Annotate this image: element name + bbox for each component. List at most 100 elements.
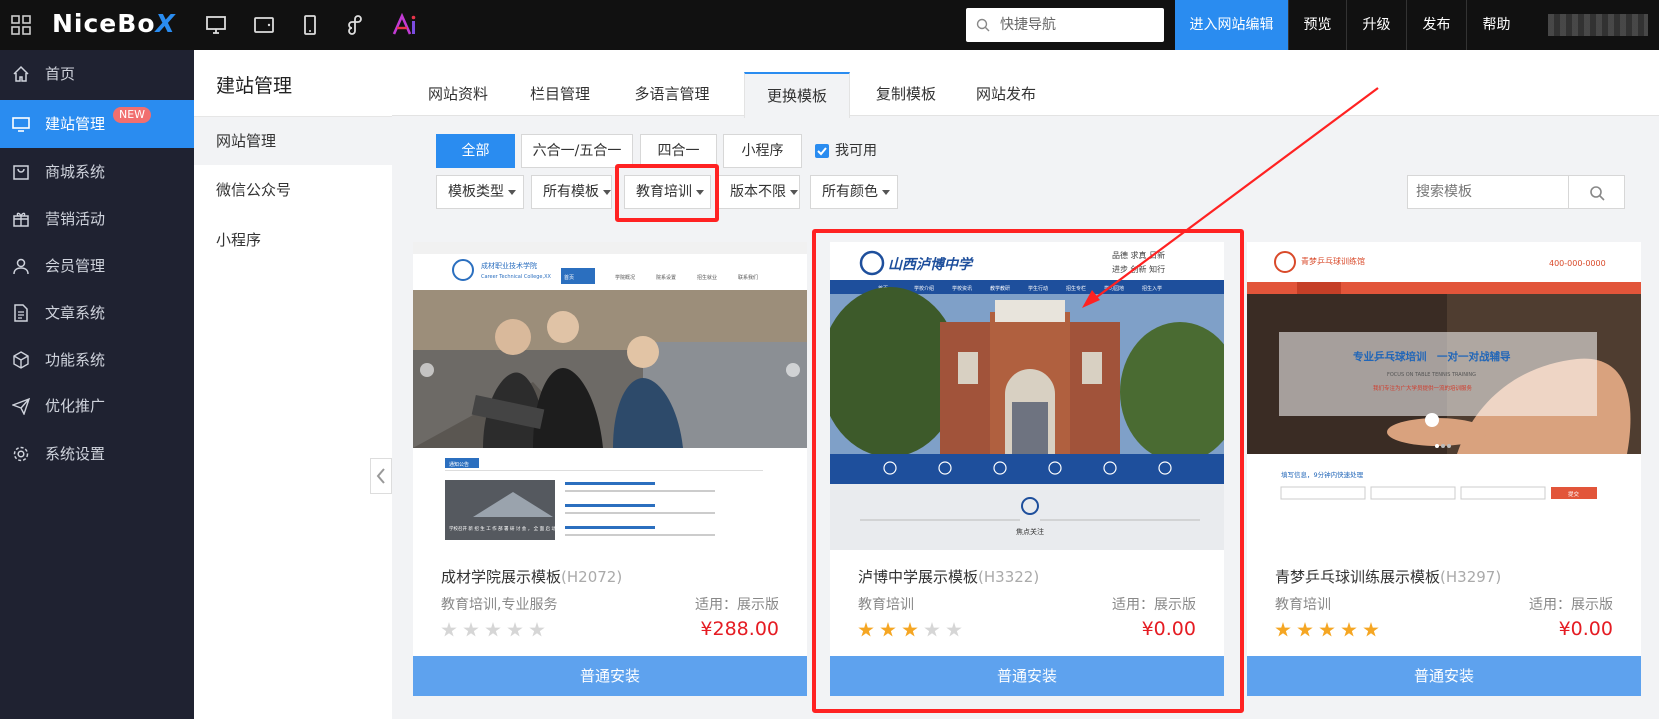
- dropdown-label: 所有颜色: [822, 184, 878, 200]
- thumb-school-name: 成材职业技术学院: [481, 261, 537, 270]
- caret-down-icon: [603, 189, 611, 195]
- gear-icon: [13, 446, 29, 462]
- dropdown-color[interactable]: 所有颜色: [810, 175, 898, 209]
- checkbox-checked[interactable]: [815, 144, 829, 158]
- template-fit: 适用：展示版: [1529, 597, 1613, 613]
- sidebar-item-articles[interactable]: 文章系统: [0, 289, 194, 337]
- user-account[interactable]: [1548, 14, 1648, 36]
- tab-columns[interactable]: 栏目管理: [516, 72, 604, 116]
- thumb-form-title: 填写信息，9分钟内快速处理: [1281, 470, 1364, 479]
- mini-program-icon[interactable]: [343, 13, 367, 37]
- sidebar-item-label: 商城系统: [45, 163, 106, 181]
- collapse-toggle[interactable]: [370, 458, 392, 494]
- thumb-school-en: Career Technical College,XX: [481, 274, 552, 280]
- filter-four-in-one[interactable]: 四合一: [640, 134, 717, 168]
- dropdown-all-templates[interactable]: 所有模板: [531, 175, 612, 209]
- help-button[interactable]: 帮助: [1466, 0, 1526, 50]
- quick-nav-search[interactable]: 快捷导航: [966, 8, 1164, 42]
- tab-bar: 网站资料 栏目管理 多语言管理 更换模板 复制模板 网站发布: [392, 50, 1659, 118]
- shop-icon: [13, 165, 29, 180]
- template-title: 青梦乒乓球训练展示模板: [1275, 568, 1441, 586]
- template-price: ¥0.00: [1558, 618, 1613, 640]
- star-icon: [463, 622, 479, 637]
- template-fit: 适用：展示版: [695, 597, 779, 613]
- desktop-icon[interactable]: [204, 13, 228, 37]
- thumbnail-preview: 青梦乒乓球训练馆 400-000-0000 专业乒乓球培训 一对一对战辅导 FO…: [1247, 242, 1641, 550]
- sidebar-item-features[interactable]: 功能系统: [0, 336, 194, 384]
- template-search[interactable]: [1407, 175, 1625, 209]
- user-icon: [13, 258, 29, 275]
- thumb-nav-2: 院系设置: [656, 274, 676, 281]
- edit-site-button[interactable]: 进入网站编辑: [1175, 0, 1288, 50]
- tablet-icon[interactable]: [252, 13, 276, 37]
- thumb-nav-4: 联系我们: [738, 274, 758, 281]
- sidebar-item-label: 系统设置: [45, 445, 106, 463]
- sidebar-item-label: 优化推广: [45, 397, 106, 415]
- tab-site-info[interactable]: 网站资料: [414, 72, 502, 116]
- main-sidebar: 首页 建站管理 NEW 商城系统 营销活动 会员管理 文章系统 功能系统 优化推…: [0, 50, 194, 719]
- apps-grid-icon[interactable]: [10, 14, 32, 36]
- sidebar-item-seo[interactable]: 优化推广: [0, 382, 194, 430]
- dropdown-version[interactable]: 版本不限: [718, 175, 800, 209]
- ai-icon[interactable]: [390, 13, 420, 37]
- thumb-form-button: 提交: [1568, 490, 1580, 498]
- document-icon: [14, 304, 28, 322]
- thumb-club-name: 青梦乒乓球训练馆: [1301, 256, 1365, 266]
- tab-languages[interactable]: 多语言管理: [618, 72, 726, 116]
- sidebar-item-home[interactable]: 首页: [0, 50, 194, 98]
- install-button[interactable]: 普通安装: [413, 656, 807, 696]
- star-icon: [507, 622, 523, 637]
- template-search-input[interactable]: [1408, 176, 1569, 208]
- tab-publish[interactable]: 网站发布: [962, 72, 1050, 116]
- template-card[interactable]: 成材职业技术学院 Career Technical College,XX 首页 …: [413, 242, 807, 696]
- thumb-banner-title: 专业乒乓球培训 一对一对战辅导: [1353, 350, 1511, 363]
- dropdown-label: 版本不限: [730, 184, 786, 200]
- template-thumbnail[interactable]: 青梦乒乓球训练馆 400-000-0000 专业乒乓球培训 一对一对战辅导 FO…: [1247, 242, 1641, 550]
- search-icon[interactable]: [1589, 185, 1605, 201]
- sidebar-item-marketing[interactable]: 营销活动: [0, 195, 194, 243]
- dropdown-label: 所有模板: [543, 184, 599, 200]
- sidebar-item-label: 会员管理: [45, 257, 106, 275]
- mobile-icon[interactable]: [298, 13, 322, 37]
- template-title: 成材学院展示模板: [441, 568, 562, 586]
- available-label: 我可用: [835, 143, 877, 159]
- publish-button[interactable]: 发布: [1406, 0, 1466, 50]
- template-card[interactable]: 青梦乒乓球训练馆 400-000-0000 专业乒乓球培训 一对一对战辅导 FO…: [1247, 242, 1641, 696]
- template-code: (H3297): [1440, 568, 1502, 586]
- filter-all[interactable]: 全部: [436, 134, 515, 168]
- template-thumbnail[interactable]: 成材职业技术学院 Career Technical College,XX 首页 …: [413, 242, 807, 550]
- star-icon: [1297, 622, 1313, 637]
- subnav-item-site[interactable]: 网站管理: [194, 117, 392, 165]
- subnav-item-miniprogram[interactable]: 小程序: [194, 216, 392, 264]
- template-name[interactable]: 青梦乒乓球训练展示模板(H3297): [1275, 566, 1501, 587]
- filter-mini-program[interactable]: 小程序: [723, 134, 802, 168]
- tab-change-template[interactable]: 更换模板: [744, 72, 850, 118]
- dropdown-template-type[interactable]: 模板类型: [436, 175, 524, 209]
- star-icon: [441, 622, 457, 637]
- sidebar-item-settings[interactable]: 系统设置: [0, 430, 194, 478]
- thumb-nav-1: 学院概况: [615, 274, 635, 281]
- sidebar-item-members[interactable]: 会员管理: [0, 242, 194, 290]
- sidebar-item-shop[interactable]: 商城系统: [0, 148, 194, 196]
- caret-down-icon: [882, 189, 890, 195]
- filter-six-in-one[interactable]: 六合一/五合一: [521, 134, 633, 168]
- sidebar-item-label: 首页: [45, 65, 76, 83]
- subnav-item-wechat[interactable]: 微信公众号: [194, 166, 392, 214]
- preview-button[interactable]: 预览: [1288, 0, 1346, 50]
- template-price: ¥288.00: [700, 618, 779, 640]
- caret-down-icon: [790, 189, 798, 195]
- rating-stars: [441, 622, 551, 640]
- new-badge: NEW: [113, 107, 152, 123]
- tab-copy-template[interactable]: 复制模板: [862, 72, 950, 116]
- thumb-banner-sub: FOCUS ON TABLE TENNIS TRAINING: [1387, 372, 1476, 378]
- sidebar-item-site-management[interactable]: 建站管理 NEW: [0, 100, 194, 148]
- highlight-box-selected-template: [812, 229, 1244, 713]
- highlight-box-industry-filter: [615, 164, 719, 222]
- template-name[interactable]: 成材学院展示模板(H2072): [441, 566, 622, 587]
- install-button[interactable]: 普通安装: [1247, 656, 1641, 696]
- upgrade-button[interactable]: 升级: [1346, 0, 1406, 50]
- available-checkbox[interactable]: 我可用: [815, 142, 877, 160]
- logo[interactable]: NiceBoX: [52, 9, 176, 38]
- thumb-nav-3: 招生就业: [697, 274, 717, 281]
- template-category: 教育培训,专业服务: [441, 597, 558, 613]
